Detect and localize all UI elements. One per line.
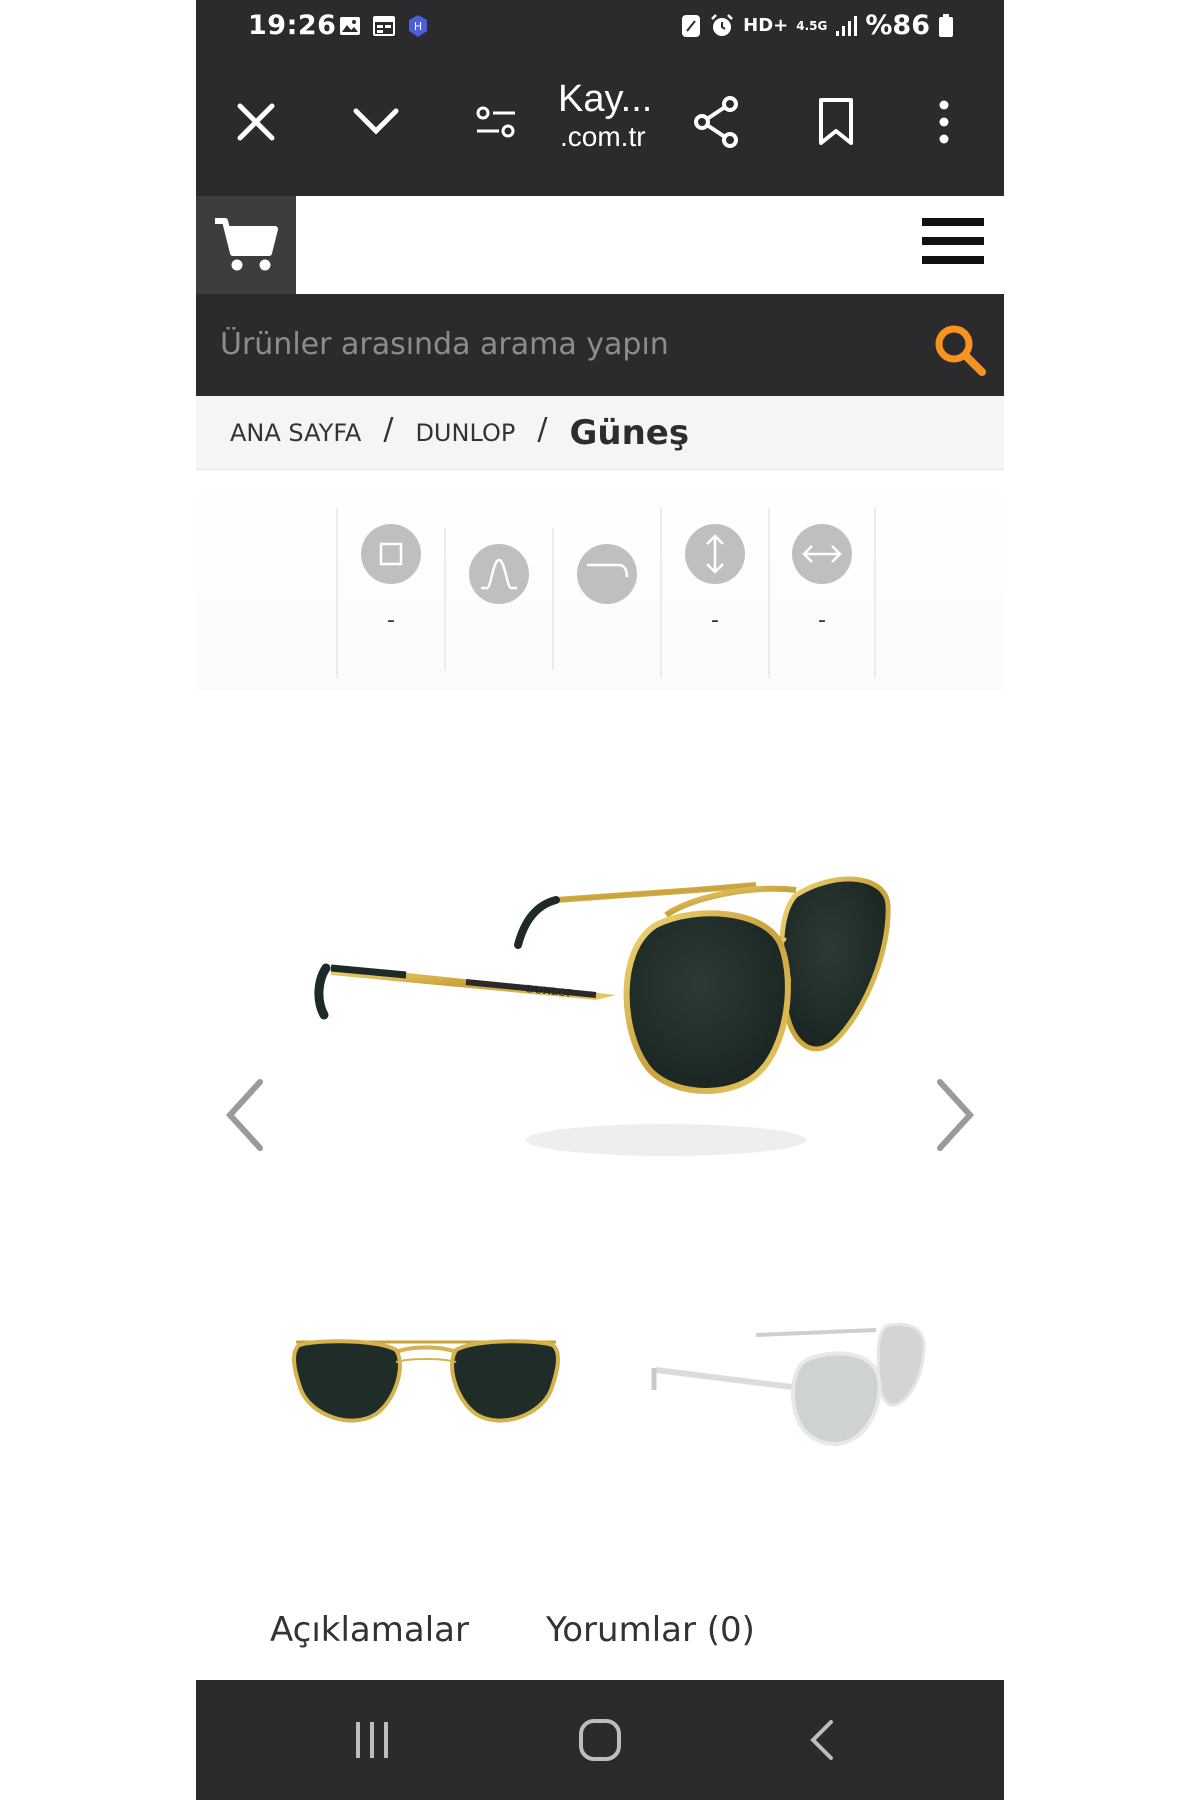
tab-reviews[interactable]: Yorumlar (0): [546, 1610, 755, 1650]
status-left-icons: H: [338, 14, 430, 38]
spec-frame-size: -: [336, 508, 444, 678]
svg-text:H: H: [414, 20, 422, 33]
network-hd-label: HD+: [743, 15, 789, 36]
home-icon: [579, 1719, 621, 1761]
status-right: HD+ 4.5G %86: [681, 10, 954, 41]
menu-line-icon: [922, 218, 984, 226]
phone-screen: 19:26 H HD+ 4.5G %86 Kay... .com.tr Ürün…: [196, 0, 1004, 1800]
breadcrumb-current: Güneş: [569, 412, 690, 453]
system-nav-bar: [196, 1680, 1004, 1800]
page-domain: .com.tr: [560, 121, 646, 152]
chevron-down-icon: [353, 108, 399, 135]
product-tabs: Açıklamalar Yorumlar (0): [196, 1590, 1004, 1680]
gallery-prev-button[interactable]: [216, 1070, 276, 1160]
spec-temple: [552, 528, 660, 670]
spec-value: -: [818, 608, 826, 633]
share-button[interactable]: [686, 92, 746, 152]
breadcrumb: ANA SAYFA / DUNLOP / Güneş: [196, 396, 1004, 470]
bookmark-icon: [819, 98, 853, 145]
cart-button[interactable]: [196, 196, 296, 294]
height-icon: [685, 524, 745, 584]
spec-height: -: [660, 508, 768, 678]
battery-percent: %86: [865, 10, 930, 41]
minimize-button[interactable]: [346, 92, 406, 152]
thumbnail-strip: [196, 1290, 1004, 1490]
product-specs: - - -: [196, 470, 1004, 690]
breadcrumb-home-link[interactable]: ANA SAYFA: [230, 419, 361, 447]
shield-app-icon: H: [409, 15, 427, 37]
breadcrumb-separator: /: [537, 412, 548, 447]
menu-line-icon: [922, 256, 984, 264]
recent-apps-icon: [356, 1722, 388, 1758]
thumbnail-side[interactable]: [646, 1290, 946, 1490]
cart-icon: [215, 218, 278, 271]
hamburger-menu-button[interactable]: [922, 218, 984, 272]
back-button[interactable]: [782, 1708, 862, 1772]
more-options-button[interactable]: [914, 92, 974, 152]
close-tab-button[interactable]: [226, 92, 286, 152]
thumbnail-side-image: [651, 1322, 926, 1446]
chevron-left-icon: [225, 1079, 263, 1151]
alarm-icon: [711, 13, 734, 36]
network-type-label: 4.5G: [796, 18, 828, 33]
search-icon[interactable]: [932, 322, 988, 378]
site-settings-button[interactable]: [466, 92, 526, 152]
temple-icon: [577, 544, 637, 604]
search-bar: [196, 294, 1004, 396]
calendar-icon: [373, 16, 395, 36]
share-icon: [694, 96, 738, 148]
bridge-icon: [469, 544, 529, 604]
recent-apps-button[interactable]: [332, 1708, 412, 1772]
bookmark-button[interactable]: [806, 92, 866, 152]
back-icon: [810, 1720, 833, 1760]
product-gallery: DUNLOP: [196, 690, 1004, 1270]
nfc-icon: [682, 14, 701, 37]
close-icon: [237, 103, 275, 141]
battery-icon: [939, 13, 953, 37]
browser-toolbar: Kay... .com.tr: [196, 52, 1004, 196]
spec-value: -: [711, 608, 719, 633]
tab-descriptions[interactable]: Açıklamalar: [270, 1610, 469, 1650]
spec-bridge: [444, 528, 552, 670]
home-button[interactable]: [560, 1708, 640, 1772]
site-header: [196, 196, 1004, 294]
spec-value: -: [387, 608, 395, 633]
gallery-icon: [340, 17, 360, 35]
width-icon: [792, 524, 852, 584]
status-bar: 19:26 H HD+ 4.5G %86: [196, 0, 1004, 52]
chevron-right-icon: [937, 1079, 975, 1151]
product-main-image: DUNLOP: [314, 876, 891, 1156]
status-time: 19:26: [248, 10, 337, 41]
page-title-area[interactable]: Kay... .com.tr: [558, 78, 678, 153]
menu-line-icon: [922, 237, 984, 245]
more-vert-icon: [939, 100, 949, 144]
site-settings-icon: [476, 106, 515, 138]
page-title: Kay...: [558, 78, 653, 120]
breadcrumb-brand-link[interactable]: DUNLOP: [415, 419, 515, 447]
breadcrumb-separator: /: [383, 412, 394, 447]
search-input[interactable]: [220, 318, 910, 370]
thumbnail-front-image: [292, 1339, 560, 1423]
thumbnail-front[interactable]: [276, 1290, 576, 1490]
signal-icon: [836, 15, 858, 36]
gallery-next-button[interactable]: [924, 1070, 984, 1160]
frame-size-icon: [361, 524, 421, 584]
product-engraving: DUNLOP: [526, 984, 574, 1000]
spec-width: -: [768, 508, 876, 678]
